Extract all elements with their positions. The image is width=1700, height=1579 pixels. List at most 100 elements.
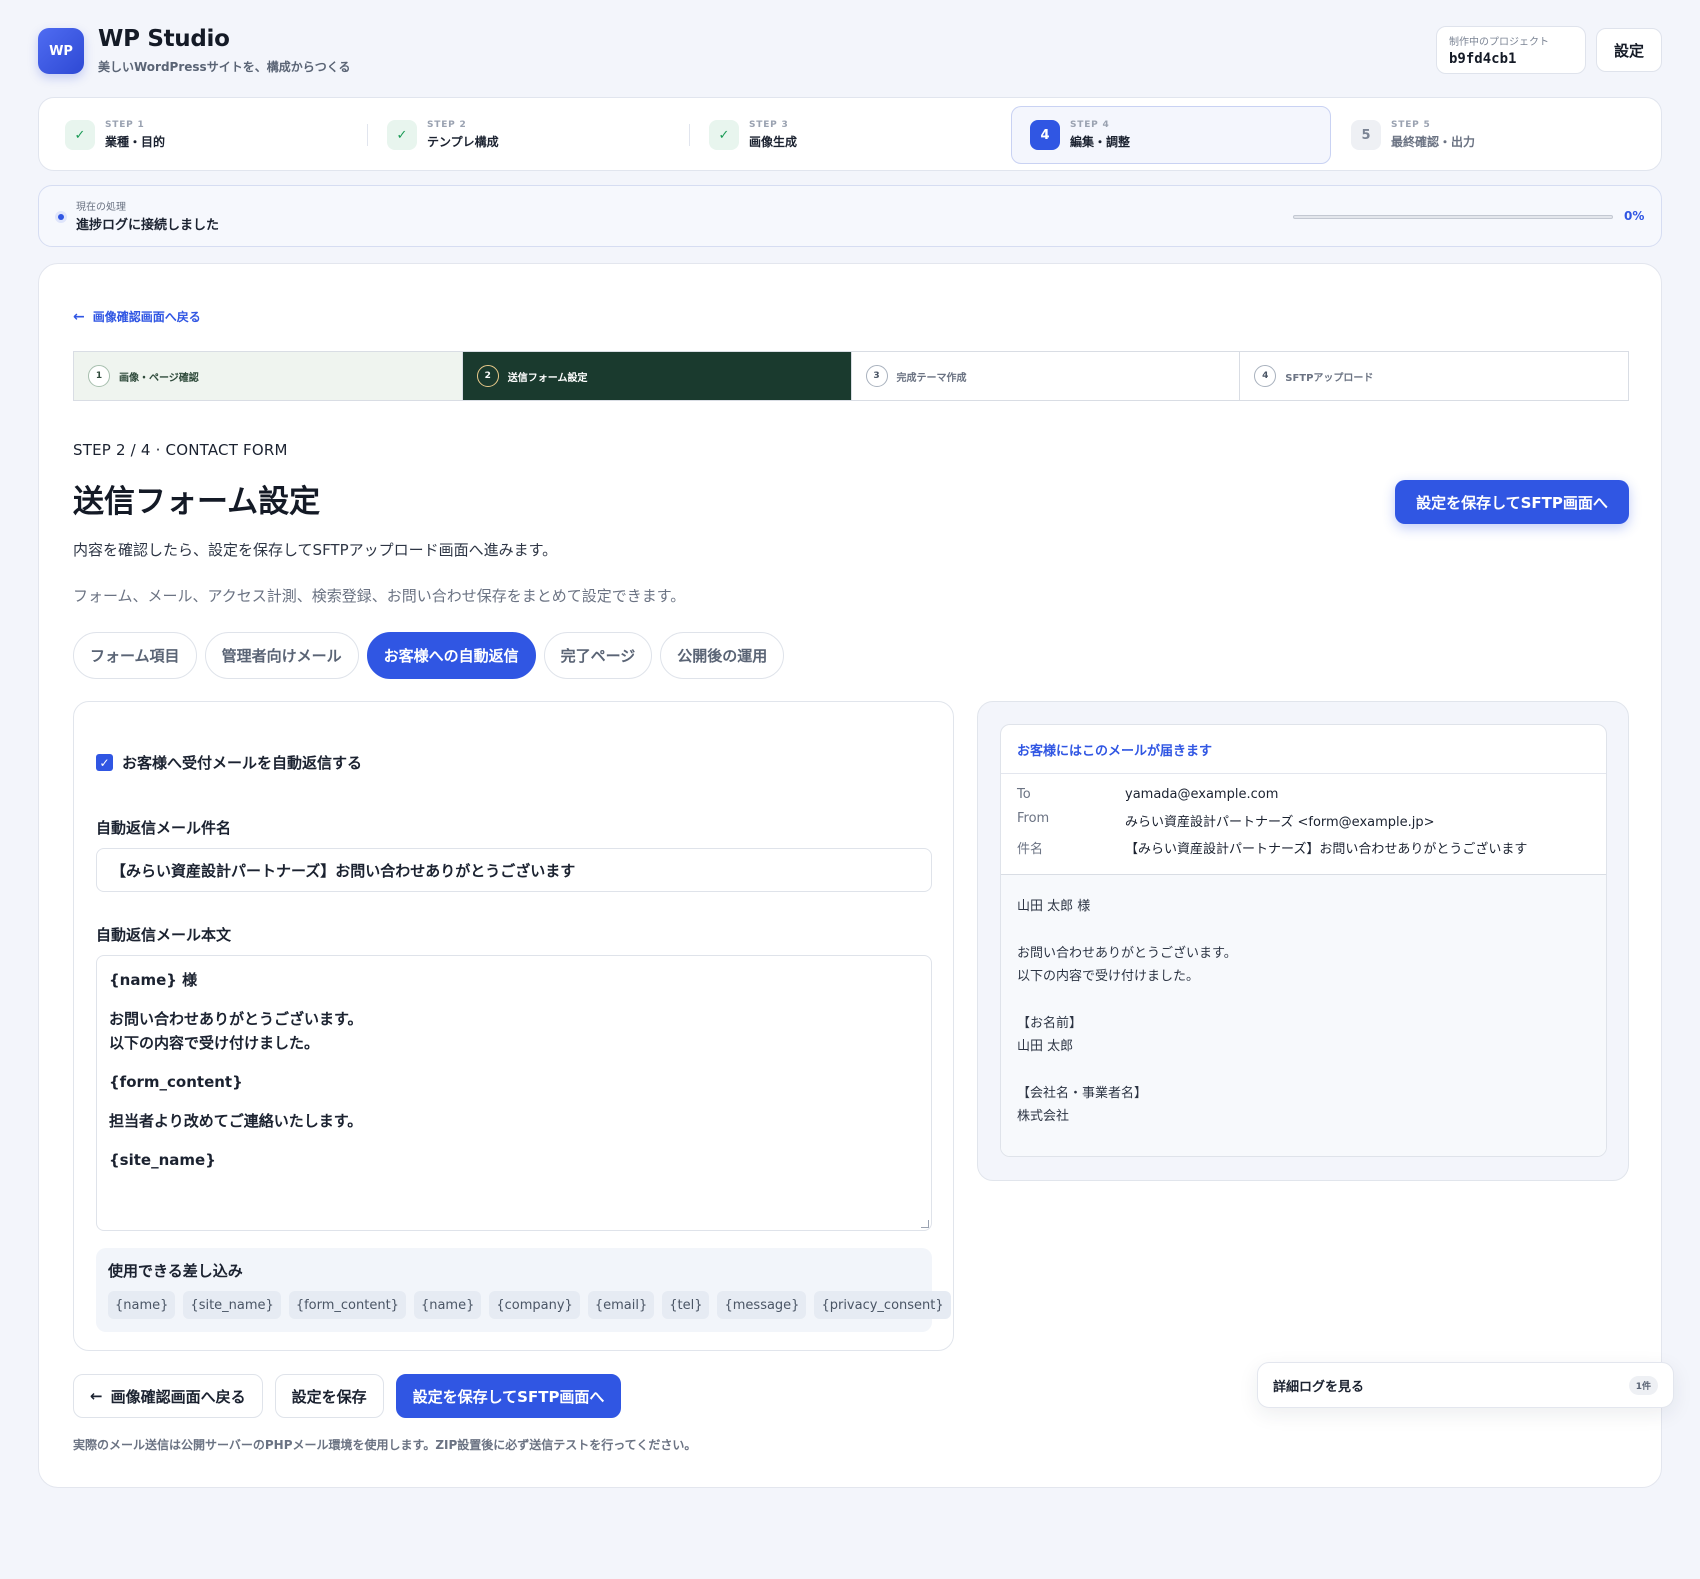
body-line: 担当者より改めてご連絡いたします。	[109, 1112, 363, 1130]
tab-admin-mail[interactable]: 管理者向けメール	[204, 632, 359, 679]
substep-number: 4	[1254, 365, 1277, 387]
subject-input[interactable]: 【みらい資産設計パートナーズ】お問い合わせありがとうございます	[96, 848, 932, 892]
settings-button[interactable]: 設定	[1596, 28, 1662, 72]
step-label: テンプレ構成	[427, 135, 499, 149]
body-label: 自動返信メール本文	[96, 926, 232, 944]
step-4[interactable]: 4 STEP 4 編集・調整	[1011, 106, 1331, 164]
step-number: STEP 2	[427, 120, 467, 130]
preview-heading: お客様にはこのメールが届きます	[1001, 725, 1606, 774]
status-dot-icon	[55, 211, 67, 223]
var-chip[interactable]: {name}	[108, 1291, 176, 1319]
var-chip[interactable]: {email}	[587, 1291, 655, 1319]
substep-label: 画像・ページ確認	[119, 372, 199, 384]
substep-label: SFTPアップロード	[1285, 372, 1374, 384]
substep-3[interactable]: 3 完成テーマ作成	[852, 352, 1241, 400]
step-label: 画像生成	[749, 135, 798, 149]
substep-1[interactable]: 1 画像・ページ確認	[74, 352, 463, 400]
step-1[interactable]: ✓ STEP 1 業種・目的	[47, 106, 367, 164]
save-and-next-bottom-button[interactable]: 設定を保存してSFTP画面へ	[395, 1374, 622, 1418]
body-line: {name} 様	[109, 971, 198, 989]
var-chip[interactable]: {site_name}	[183, 1291, 281, 1319]
app-header: WP WP Studio 美しいWordPressサイトを、構成からつくる 制作…	[38, 26, 1662, 76]
save-button[interactable]: 設定を保存	[274, 1374, 384, 1418]
substep-number: 2	[476, 365, 499, 387]
preview-to-row: To yamada@example.com	[1017, 787, 1278, 802]
progress-status: 進捗ログに接続しました	[76, 218, 220, 233]
app-logo: WP	[38, 28, 84, 74]
substeps: 1 画像・ページ確認 2 送信フォーム設定 3 完成テーマ作成 4 SFTPアッ…	[73, 351, 1629, 401]
check-icon: ✓	[65, 120, 95, 150]
var-chip[interactable]: {form_content}	[288, 1291, 406, 1319]
substep-label: 送信フォーム設定	[507, 372, 588, 384]
substep-4[interactable]: 4 SFTPアップロード	[1240, 352, 1628, 400]
app-title: WP Studio	[98, 26, 230, 52]
step-number: STEP 5	[1391, 120, 1431, 130]
progress-label: 現在の処理	[76, 202, 126, 213]
project-label: 制作中のプロジェクト	[1449, 37, 1549, 48]
step-3[interactable]: ✓ STEP 3 画像生成	[691, 106, 1011, 164]
log-count-badge: 1件	[1628, 1375, 1658, 1395]
var-chip[interactable]: {tel}	[662, 1291, 710, 1319]
autoreply-checkbox-row[interactable]: ✓ お客様へ受付メールを自動返信する	[96, 752, 362, 773]
progress-card: 現在の処理 進捗ログに接続しました 0%	[38, 185, 1662, 247]
autoreply-checkbox[interactable]: ✓	[96, 754, 113, 771]
resize-handle-icon[interactable]	[921, 1220, 929, 1228]
preview-line: 株式会社	[1017, 1109, 1070, 1124]
email-preview-panel: お客様にはこのメールが届きます To yamada@example.com Fr…	[977, 701, 1629, 1181]
step-divider	[689, 124, 690, 146]
check-icon: ✓	[387, 120, 417, 150]
body-line: お問い合わせありがとうございます。	[109, 1010, 363, 1028]
preview-from-row: From みらい資産設計パートナーズ <form@example.jp>	[1017, 811, 1435, 830]
preview-line: 【会社名・事業者名】	[1017, 1086, 1148, 1101]
var-chip[interactable]: {message}	[717, 1291, 807, 1319]
var-chip[interactable]: {name}	[413, 1291, 482, 1319]
tab-autoreply[interactable]: お客様への自動返信	[366, 632, 536, 679]
preview-body: 山田 太郎 様 お問い合わせありがとうございます。 以下の内容で受け付けました。…	[1001, 874, 1606, 1156]
step-label: 業種・目的	[105, 135, 166, 149]
step-number-badge: 4	[1030, 120, 1060, 150]
page-title: 送信フォーム設定	[73, 484, 321, 520]
project-id: b9fd4cb1	[1449, 51, 1517, 67]
preview-line: お問い合わせありがとうございます。	[1017, 946, 1237, 961]
step-2[interactable]: ✓ STEP 2 テンプレ構成	[369, 106, 689, 164]
main-stepper: ✓ STEP 1 業種・目的 ✓ STEP 2 テンプレ構成 ✓ STEP 3 …	[38, 97, 1662, 171]
save-and-next-button[interactable]: 設定を保存してSFTP画面へ	[1395, 480, 1629, 524]
step-label: 編集・調整	[1070, 135, 1131, 149]
back-button-label: 画像確認画面へ戻る	[110, 1387, 246, 1406]
mail-footnote: 実際のメール送信は公開サーバーのPHPメール環境を使用します。ZIP設置後に必ず…	[73, 1438, 697, 1452]
meta-key: To	[1017, 787, 1031, 802]
body-line: 以下の内容で受け付けました。	[109, 1034, 320, 1052]
meta-key: From	[1017, 811, 1050, 826]
substep-2[interactable]: 2 送信フォーム設定	[462, 352, 852, 400]
step-5[interactable]: 5 STEP 5 最終確認・出力	[1333, 106, 1653, 164]
detail-log-button[interactable]: 詳細ログを見る 1件	[1257, 1362, 1674, 1408]
preview-line: 山田 太郎 様	[1017, 899, 1091, 914]
tab-complete-page[interactable]: 完了ページ	[543, 632, 653, 679]
log-label: 詳細ログを見る	[1273, 1379, 1365, 1395]
substep-label: 完成テーマ作成	[896, 372, 967, 384]
placeholder-vars-box: 使用できる差し込み {name} {site_name} {form_conte…	[96, 1248, 951, 1332]
meta-value: みらい資産設計パートナーズ <form@example.jp>	[1125, 815, 1435, 830]
back-link[interactable]: ← 画像確認画面へ戻る	[73, 308, 201, 325]
bottom-actions: ← 画像確認画面へ戻る 設定を保存 設定を保存してSFTP画面へ	[73, 1374, 633, 1418]
progress-percent: 0%	[1624, 209, 1645, 223]
step-number: STEP 1	[105, 120, 145, 130]
tab-form-fields[interactable]: フォーム項目	[73, 632, 197, 679]
back-link-label: 画像確認画面へ戻る	[92, 310, 201, 324]
autoreply-form-panel: ✓ お客様へ受付メールを自動返信する 自動返信メール件名 【みらい資産設計パート…	[73, 701, 954, 1351]
preview-subject-row: 件名 【みらい資産設計パートナーズ】お問い合わせありがとうございます	[1017, 838, 1527, 857]
body-line: {site_name}	[109, 1151, 216, 1169]
var-chip[interactable]: {company}	[489, 1291, 580, 1319]
substep-number: 3	[865, 365, 888, 387]
meta-key: 件名	[1017, 842, 1044, 857]
body-textarea[interactable]: {name} 様 お問い合わせありがとうございます。 以下の内容で受け付けました…	[96, 955, 932, 1231]
project-box[interactable]: 制作中のプロジェクト b9fd4cb1	[1436, 26, 1586, 74]
page-description: 内容を確認したら、設定を保存してSFTPアップロード画面へ進みます。	[73, 541, 558, 559]
meta-value: yamada@example.com	[1125, 787, 1279, 802]
preview-line: 山田 太郎	[1017, 1039, 1074, 1054]
autoreply-checkbox-label: お客様へ受付メールを自動返信する	[122, 754, 363, 772]
back-button[interactable]: ← 画像確認画面へ戻る	[73, 1374, 263, 1418]
tab-operations[interactable]: 公開後の運用	[660, 632, 785, 679]
arrow-left-icon: ←	[90, 1387, 103, 1405]
var-chip[interactable]: {privacy_consent}	[814, 1291, 951, 1319]
